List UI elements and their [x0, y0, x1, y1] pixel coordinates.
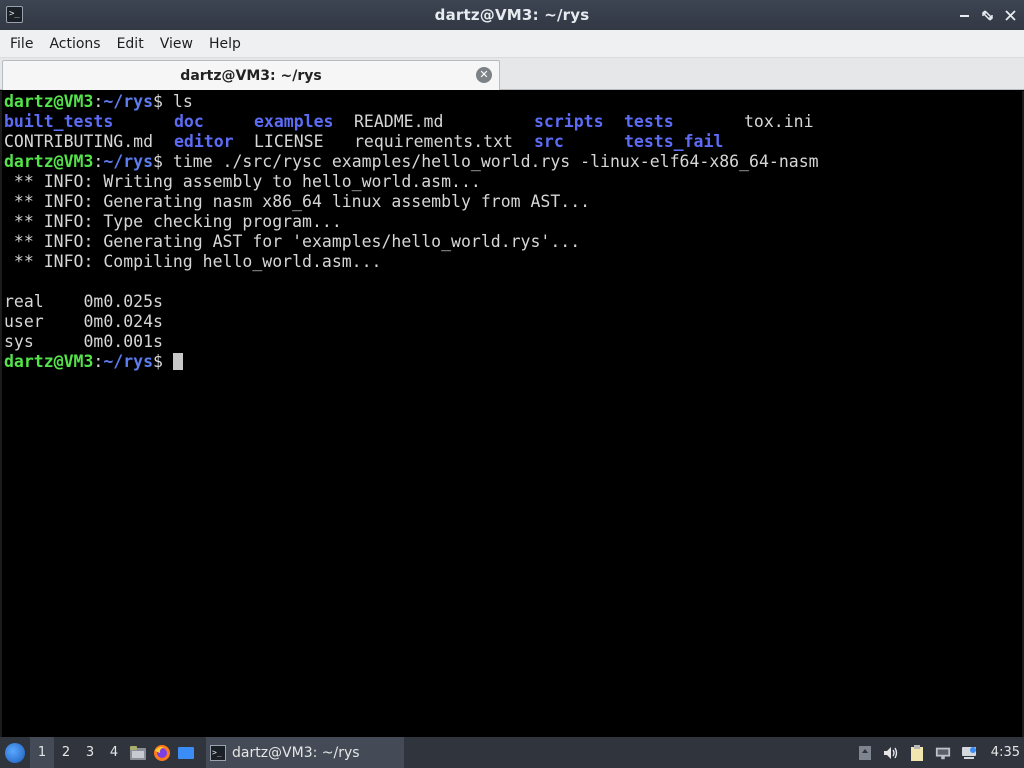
ls-entry: built_tests — [4, 112, 114, 131]
firefox-icon[interactable] — [150, 737, 174, 768]
taskbar-item-terminal[interactable]: >_ dartz@VM3: ~/rys — [206, 737, 404, 768]
desktop-icon[interactable] — [174, 737, 198, 768]
command-text: ls — [172, 92, 193, 111]
prompt-line: dartz@VM3:~/rys$ — [4, 352, 183, 372]
clock[interactable]: 4:35 — [991, 745, 1020, 760]
menu-view[interactable]: View — [152, 32, 201, 56]
window-titlebar[interactable]: >_ dartz@VM3: ~/rys — [0, 0, 1024, 30]
terminal-icon: >_ — [6, 6, 23, 23]
window-controls — [959, 0, 1016, 30]
timing-line: user 0m0.024s — [4, 312, 163, 331]
workspace-4[interactable]: 4 — [102, 737, 126, 768]
start-menu-button[interactable] — [0, 737, 30, 768]
ls-entry: CONTRIBUTING.md — [4, 132, 154, 151]
ls-entry: LICENSE — [254, 132, 324, 151]
info-line: ** INFO: Generating nasm x86_64 linux as… — [4, 192, 591, 211]
menu-file[interactable]: File — [2, 32, 41, 56]
file-manager-icon[interactable] — [126, 737, 150, 768]
clipboard-icon[interactable] — [909, 744, 925, 761]
ls-entry: README.md — [354, 112, 444, 131]
timing-line: real 0m0.025s — [4, 292, 163, 311]
task-label: dartz@VM3: ~/rys — [232, 744, 360, 761]
terminal-tab[interactable]: dartz@VM3: ~/rys ✕ — [2, 60, 500, 90]
ls-entry: tox.ini — [744, 112, 814, 131]
ls-entry: examples — [254, 112, 334, 131]
ls-entry: requirements.txt — [354, 132, 513, 151]
update-icon[interactable] — [857, 745, 873, 761]
text-cursor — [172, 353, 183, 370]
ls-entry: editor — [174, 132, 234, 151]
terminal-icon: >_ — [210, 744, 226, 761]
lxqt-logo-icon — [5, 742, 25, 763]
system-tray: 4:35 — [857, 737, 1024, 768]
info-line: ** INFO: Compiling hello_world.asm... — [4, 252, 382, 271]
workspace-2[interactable]: 2 — [54, 737, 78, 768]
prompt-line: dartz@VM3:~/rys$ time ./src/rysc example… — [4, 152, 819, 171]
restore-button[interactable] — [982, 9, 993, 21]
minimize-button[interactable] — [959, 10, 970, 21]
ls-entry: tests — [624, 112, 674, 131]
window-title: dartz@VM3: ~/rys — [434, 6, 590, 24]
terminal-output[interactable]: dartz@VM3:~/rys$ ls built_tests doc exam… — [0, 91, 1024, 737]
command-text: time ./src/rysc examples/hello_world.rys… — [172, 152, 819, 171]
info-line: ** INFO: Generating AST for 'examples/he… — [4, 232, 581, 251]
taskbar: 1 2 3 4 >_ dartz@VM3: ~/rys 4:35 — [0, 737, 1024, 768]
tab-close-icon[interactable]: ✕ — [476, 67, 492, 83]
info-line: ** INFO: Writing assembly to hello_world… — [4, 172, 481, 191]
ls-entry: doc — [174, 112, 204, 131]
prompt-line: dartz@VM3:~/rys$ ls — [4, 92, 193, 111]
ls-entry: tests_fail — [624, 132, 724, 151]
tab-label: dartz@VM3: ~/rys — [180, 67, 322, 84]
menu-bar: File Actions Edit View Help — [0, 30, 1024, 58]
workspace-3[interactable]: 3 — [78, 737, 102, 768]
network-icon[interactable] — [935, 745, 951, 761]
ls-entry: src — [534, 132, 564, 151]
timing-line: sys 0m0.001s — [4, 332, 163, 351]
tab-bar: dartz@VM3: ~/rys ✕ — [0, 58, 1024, 90]
menu-help[interactable]: Help — [201, 32, 249, 56]
menu-actions[interactable]: Actions — [41, 32, 108, 56]
volume-icon[interactable] — [883, 745, 899, 761]
ls-entry: scripts — [534, 112, 604, 131]
info-line: ** INFO: Type checking program... — [4, 212, 342, 231]
close-button[interactable] — [1005, 9, 1016, 21]
menu-edit[interactable]: Edit — [109, 32, 152, 56]
notification-icon[interactable] — [961, 745, 977, 761]
workspace-1[interactable]: 1 — [30, 737, 54, 768]
